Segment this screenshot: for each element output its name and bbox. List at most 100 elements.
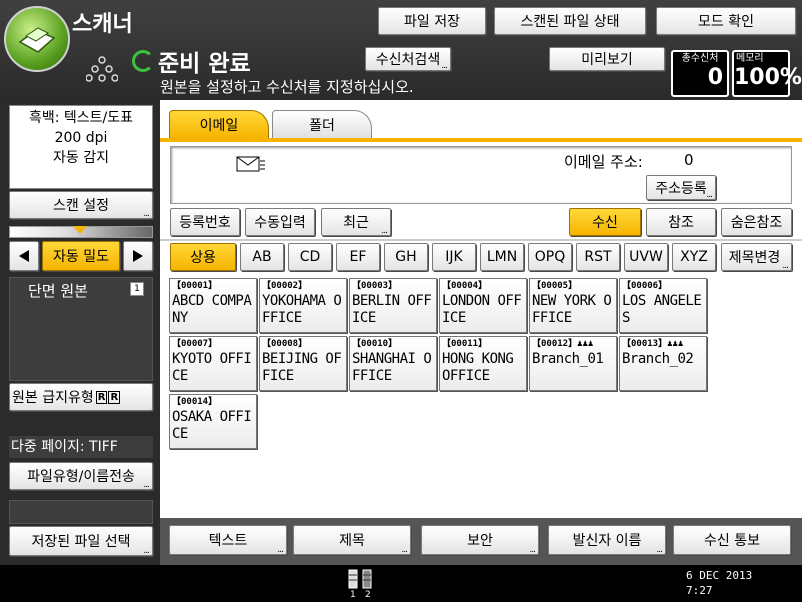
index-tab-rst[interactable]: RST [576,243,620,271]
tray-2-label: 2 [365,590,371,600]
security-label: 보안 [467,533,493,549]
preview-button[interactable]: 미리보기 [549,47,665,71]
scan-resolution: 200 dpi [54,130,108,146]
tray-icon [346,568,378,592]
single-sided-icon: 1 [130,282,144,296]
destination-button[interactable]: 【00002】 YOKOHAMA OFFICE [259,278,347,333]
destination-name: ABCD COMPANY [172,293,252,326]
recent-button[interactable]: 최근... [321,208,391,236]
total-destinations-value: 0 [707,65,723,90]
destination-id: 【00003】 [352,281,398,291]
total-destinations-label: 총수신처 [681,53,719,64]
index-tab-xyz[interactable]: XYZ [672,243,716,271]
index-tab-ef[interactable]: EF [336,243,380,271]
bcc-button[interactable]: 숨은참조 [721,208,792,236]
sender-name-button[interactable]: 발신자 이름... [548,525,666,555]
destination-name: SHANGHAI OFFICE [352,351,432,384]
sender-name-label: 발신자 이름 [572,533,642,549]
destination-button[interactable]: 【00006】 LOS ANGELES [619,278,707,333]
file-type-name-button[interactable]: 파일유형/이름전송... [9,462,153,490]
save-file-button[interactable]: 파일 저장 [378,7,486,35]
tab-underline [160,138,802,142]
multipage-format-label: 다중 페이지: TIFF [9,436,153,458]
scan-settings-label: 스캔 설정 [53,198,109,214]
destination-button[interactable]: 【00005】 NEW YORK OFFICE [529,278,617,333]
to-button[interactable]: 수신 [569,208,641,236]
destination-name: Branch_01 [532,351,604,367]
select-stored-file-label: 저장된 파일 선택 [31,534,131,550]
destination-id: 【00012】 [532,339,578,349]
density-marker-icon [73,226,87,234]
index-tab-ab[interactable]: AB [240,243,284,271]
original-mode-label: 단면 원본 [28,282,88,300]
select-stored-file-button[interactable]: 저장된 파일 선택... [9,526,153,556]
index-tab-common[interactable]: 상용 [170,243,236,271]
group-icon: ♟♟♟ [667,339,684,349]
index-tab-lmn[interactable]: LMN [480,243,524,271]
destination-button[interactable]: 【00001】 ABCD COMPANY [169,278,257,333]
density-darker-button[interactable] [123,241,153,271]
destination-button[interactable]: 【00011】 HONG KONG OFFICE [439,336,527,391]
index-tab-cd[interactable]: CD [288,243,332,271]
destination-name: OSAKA OFFICE [172,409,252,442]
destination-button[interactable]: 【00010】 SHANGHAI OFFICE [349,336,437,391]
destination-name: BEIJING OFFICE [262,351,342,384]
destination-name: LONDON OFFICE [442,293,522,326]
scanned-file-status-button[interactable]: 스캔된 파일 상태 [494,7,646,35]
date-display: 6 DEC 2013 [686,569,753,582]
destination-id: 【00008】 [262,339,308,349]
index-tab-opq[interactable]: OPQ [528,243,572,271]
receipt-notification-button[interactable]: 수신 통보 [673,525,791,555]
destination-id: 【00011】 [442,339,488,349]
destination-id: 【00007】 [172,339,218,349]
tab-email-label: 이메일 [199,117,239,134]
auto-density-button[interactable]: 자동 밀도 [42,241,120,271]
original-feed-type-button[interactable]: 원본 급지유형 R R [9,383,153,411]
destination-id: 【00010】 [352,339,398,349]
register-address-button[interactable]: 주소등록... [646,175,716,200]
index-divider [160,239,802,241]
scan-settings-button[interactable]: 스캔 설정... [9,191,153,219]
index-tab-gh[interactable]: GH [384,243,428,271]
arrow-left-icon [19,250,29,262]
stored-file-area [9,500,153,524]
check-mode-button[interactable]: 모드 확인 [656,7,796,35]
destination-button[interactable]: 【00008】 BEIJING OFFICE [259,336,347,391]
destination-id: 【00013】 [622,339,668,349]
registration-number-button[interactable]: 등록번호 [170,208,240,236]
text-button[interactable]: 텍스트... [169,525,287,555]
status-message: 원본을 설정하고 수신처를 지정하십시오. [160,78,414,96]
destination-id: 【00005】 [532,281,578,291]
destination-id: 【00002】 [262,281,308,291]
job-status-icon [85,54,119,84]
scanner-logo-icon [4,6,70,72]
total-destinations-counter: 총수신처 0 [671,50,729,97]
time-display: 7:27 [686,584,713,597]
destination-button[interactable]: 【00014】 OSAKA OFFICE [169,394,257,449]
density-lighter-button[interactable] [9,241,39,271]
index-tab-uvw[interactable]: UVW [624,243,668,271]
destination-button[interactable]: 【00007】 KYOTO OFFICE [169,336,257,391]
file-type-name-label: 파일유형/이름전송 [27,469,135,485]
tab-folder[interactable]: 폴더 [272,110,372,138]
destination-button[interactable]: 【00004】 LONDON OFFICE [439,278,527,333]
tab-folder-label: 폴더 [309,117,335,134]
index-tab-ijk[interactable]: IJK [432,243,476,271]
destination-search-button[interactable]: 수신처검색... [365,47,451,71]
subject-button[interactable]: 제목... [293,525,411,555]
tab-email[interactable]: 이메일 [169,110,269,138]
destination-id: 【00006】 [622,281,668,291]
destination-name: BERLIN OFFICE [352,293,432,326]
security-button[interactable]: 보안... [421,525,539,555]
original-feed-type-label: 원본 급지유형 [12,390,94,406]
destination-button[interactable]: 【00003】 BERLIN OFFICE [349,278,437,333]
destination-group-button[interactable]: 【00013】♟♟♟ Branch_02 [619,336,707,391]
destination-group-button[interactable]: 【00012】♟♟♟ Branch_01 [529,336,617,391]
destination-id: 【00001】 [172,281,218,291]
cc-button[interactable]: 참조 [646,208,716,236]
change-title-button[interactable]: 제목변경... [721,243,792,271]
app-title: 스캐너 [72,12,133,37]
manual-entry-button[interactable]: 수동입력 [245,208,315,236]
destination-id: 【00004】 [442,281,488,291]
memory-value: 100% [734,65,802,90]
